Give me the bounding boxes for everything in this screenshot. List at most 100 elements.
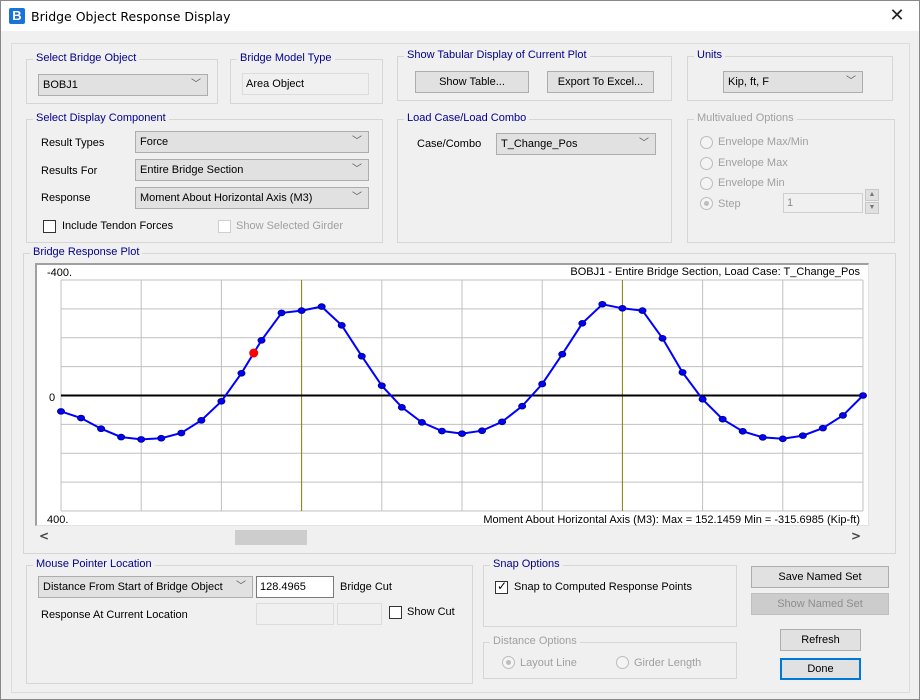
select-bridge-object-group: Select Bridge Object BOBJ1 ﹀ bbox=[26, 52, 218, 104]
envelope-min-radio[interactable] bbox=[700, 177, 713, 190]
data-point bbox=[638, 307, 647, 314]
radio-dot bbox=[704, 201, 709, 206]
data-point bbox=[798, 432, 807, 439]
girder-length-label: Girder Length bbox=[634, 657, 702, 669]
chevron-down-icon: ﹀ bbox=[352, 164, 362, 175]
show-cut-checkbox[interactable] bbox=[389, 606, 402, 619]
data-point bbox=[578, 320, 587, 327]
results-for-label: Results For bbox=[41, 165, 98, 177]
chevron-down-icon: ﹀ bbox=[191, 79, 201, 90]
distance-options-label: Distance Options bbox=[490, 635, 580, 647]
show-cut-label: Show Cut bbox=[407, 606, 455, 618]
horizontal-scroll-thumb[interactable] bbox=[234, 530, 307, 545]
spin-up-icon[interactable]: ▲ bbox=[865, 189, 879, 201]
data-point bbox=[758, 434, 767, 441]
envelope-min-label: Envelope Min bbox=[718, 177, 785, 189]
include-tendon-label: Include Tendon Forces bbox=[62, 220, 174, 232]
results-for-dropdown[interactable]: Entire Bridge Section ﹀ bbox=[135, 159, 369, 181]
app-icon: B bbox=[9, 8, 25, 24]
data-point bbox=[377, 382, 386, 389]
snap-options-group: Snap Options ✓ Snap to Computed Response… bbox=[483, 558, 737, 627]
layout-line-radio[interactable] bbox=[502, 656, 515, 669]
bridge-object-dropdown[interactable]: BOBJ1 ﹀ bbox=[38, 74, 208, 96]
chevron-down-icon: ﹀ bbox=[639, 138, 649, 149]
response-chart bbox=[57, 279, 867, 512]
data-point bbox=[97, 425, 106, 433]
envelope-max-min-radio[interactable] bbox=[700, 136, 713, 149]
data-point bbox=[137, 436, 146, 443]
title-bar: B Bridge Object Response Display ✕ bbox=[0, 0, 920, 31]
data-point bbox=[197, 417, 206, 424]
current-location-marker bbox=[249, 348, 259, 358]
window-title: Bridge Object Response Display bbox=[31, 9, 231, 24]
data-point bbox=[818, 424, 827, 432]
spin-down-icon[interactable]: ▼ bbox=[865, 202, 879, 214]
girder-length-radio[interactable] bbox=[616, 656, 629, 669]
data-point bbox=[778, 435, 787, 443]
load-case-label: Load Case/Load Combo bbox=[404, 112, 530, 124]
data-point bbox=[317, 303, 326, 310]
show-selected-girder-checkbox[interactable] bbox=[218, 220, 231, 233]
layout-line-label: Layout Line bbox=[520, 657, 577, 669]
snap-label: Snap to Computed Response Points bbox=[514, 581, 692, 593]
case-combo-dropdown[interactable]: T_Change_Pos ﹀ bbox=[496, 133, 656, 155]
distance-options-group: Distance Options Layout Line Girder Leng… bbox=[483, 635, 737, 679]
scroll-right-arrow[interactable]: > bbox=[851, 529, 861, 543]
units-label: Units bbox=[694, 49, 726, 61]
checkmark-icon: ✓ bbox=[497, 579, 508, 593]
save-named-set-button[interactable]: Save Named Set bbox=[751, 566, 889, 588]
display-component-label: Select Display Component bbox=[33, 112, 169, 124]
data-point bbox=[217, 397, 226, 405]
case-combo-value: T_Change_Pos bbox=[501, 138, 578, 150]
data-point bbox=[397, 404, 406, 411]
select-bridge-object-label: Select Bridge Object bbox=[33, 52, 140, 64]
load-case-group: Load Case/Load Combo Case/Combo T_Change… bbox=[397, 112, 672, 243]
envelope-max-label: Envelope Max bbox=[718, 157, 788, 169]
units-dropdown[interactable]: Kip, ft, F ﹀ bbox=[723, 71, 863, 93]
show-selected-girder-label: Show Selected Girder bbox=[236, 220, 343, 232]
data-point bbox=[77, 414, 86, 422]
snap-checkbox[interactable]: ✓ bbox=[495, 579, 508, 594]
data-point bbox=[598, 300, 607, 308]
multivalued-options-group: Multivalued Options Envelope Max/Min Env… bbox=[687, 112, 895, 243]
show-named-set-button[interactable]: Show Named Set bbox=[751, 593, 889, 615]
step-input[interactable]: 1 bbox=[783, 193, 863, 213]
plot-area[interactable]: -400. 0 400. BOBJ1 - Entire Bridge Secti… bbox=[35, 263, 869, 526]
done-button[interactable]: Done bbox=[780, 658, 861, 680]
result-types-dropdown[interactable]: Force ﹀ bbox=[135, 131, 369, 153]
data-point bbox=[658, 335, 667, 342]
distance-input[interactable]: 128.4965 bbox=[256, 576, 334, 598]
chevron-down-icon: ﹀ bbox=[352, 136, 362, 147]
data-point bbox=[57, 408, 65, 415]
bridge-model-type-field: Area Object bbox=[242, 73, 369, 95]
envelope-max-min-label: Envelope Max/Min bbox=[718, 136, 809, 148]
export-to-excel-button[interactable]: Export To Excel... bbox=[547, 71, 654, 93]
bridge-cut-label: Bridge Cut bbox=[340, 581, 392, 593]
data-point bbox=[618, 304, 627, 312]
include-tendon-checkbox[interactable] bbox=[43, 220, 56, 233]
close-icon[interactable]: ✕ bbox=[879, 3, 915, 29]
data-point bbox=[277, 309, 286, 317]
show-table-button[interactable]: Show Table... bbox=[415, 71, 529, 93]
data-point bbox=[838, 412, 847, 419]
units-group: Units Kip, ft, F ﹀ bbox=[687, 49, 893, 101]
scroll-left-arrow[interactable]: < bbox=[39, 529, 49, 543]
response-dropdown[interactable]: Moment About Horizontal Axis (M3) ﹀ bbox=[135, 187, 369, 209]
data-point bbox=[237, 369, 246, 377]
distance-mode-value: Distance From Start of Bridge Object bbox=[43, 581, 223, 593]
display-component-group: Select Display Component Result Types Fo… bbox=[26, 112, 383, 243]
step-radio[interactable] bbox=[700, 197, 713, 210]
response-value: Moment About Horizontal Axis (M3) bbox=[140, 192, 313, 204]
distance-mode-dropdown[interactable]: Distance From Start of Bridge Object ﹀ bbox=[38, 576, 253, 598]
data-point bbox=[738, 428, 747, 435]
response-value-field-1 bbox=[256, 603, 334, 625]
response-label: Response bbox=[41, 192, 91, 204]
response-value-field-2 bbox=[337, 603, 382, 625]
refresh-button[interactable]: Refresh bbox=[780, 629, 861, 651]
mouse-pointer-label: Mouse Pointer Location bbox=[33, 558, 155, 570]
chevron-down-icon: ﹀ bbox=[846, 76, 856, 87]
envelope-max-radio[interactable] bbox=[700, 157, 713, 170]
radio-dot bbox=[506, 660, 511, 665]
tabular-display-group: Show Tabular Display of Current Plot Sho… bbox=[397, 49, 672, 101]
data-point bbox=[257, 337, 266, 344]
